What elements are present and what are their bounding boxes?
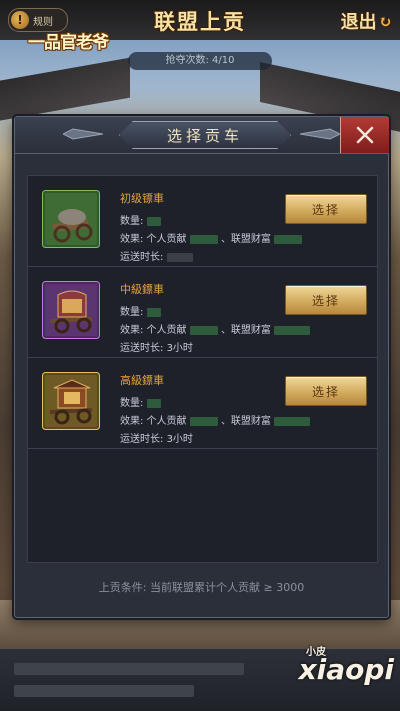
select-button[interactable]: 选择: [285, 194, 367, 224]
advanced-cart-icon: [42, 372, 100, 430]
rules-label: 规则: [33, 16, 53, 28]
watermark: 小皮 xiaopi: [244, 647, 394, 701]
effect-label: 效果: 个人贡献: [120, 325, 187, 336]
redacted-value: [274, 325, 311, 335]
cart-effect: 效果: 个人贡献 、联盟财富: [120, 321, 311, 336]
tribute-condition: 上贡条件: 当前联盟累计个人贡献 ≥ 3000: [98, 581, 305, 594]
watermark-small: 小皮: [306, 647, 326, 658]
select-button[interactable]: 选择: [285, 285, 367, 315]
modal-header: 选择贡车: [15, 117, 389, 154]
blurred-text: [14, 663, 244, 675]
cart-delivery-time: 运送时长: 3小时: [120, 339, 193, 354]
cart-effect: 效果: 个人贡献 、联盟财富: [120, 230, 303, 245]
time-label: 运送时长:: [120, 434, 164, 445]
time-label: 运送时长:: [120, 343, 164, 354]
redacted-value: [146, 216, 161, 226]
cart-quantity: 数量:: [120, 303, 161, 318]
redacted-value: [146, 307, 161, 317]
cart-name: 初级镖車: [120, 192, 164, 205]
close-icon: [356, 126, 374, 144]
cart-delivery-time: 运送时长: 3小时: [120, 430, 193, 445]
effect-label: 效果: 个人贡献: [120, 234, 187, 245]
ornament-left-icon: [63, 128, 103, 140]
time-label: 运送时长:: [120, 252, 164, 263]
modal-title-plate: 选择贡车: [119, 121, 291, 149]
cart-name: 中級鏢車: [120, 283, 164, 296]
quantity-label: 数量:: [120, 398, 144, 409]
cart-name: 高級鏢車: [120, 374, 164, 387]
basic-cart-icon: [42, 190, 100, 248]
time-value: 3小时: [166, 343, 193, 354]
redacted-value: [189, 234, 218, 244]
select-button[interactable]: 选择: [285, 376, 367, 406]
cart-row-basic: 初级镖車 数量: 效果: 个人贡献 、联盟财富 运送时长: 选择: [28, 176, 377, 267]
blurred-text: [14, 685, 194, 697]
time-value: 3小时: [166, 434, 193, 445]
cart-row-advanced: 高級鏢車 数量: 效果: 个人贡献 、联盟财富 运送时长: 3小时 选择: [28, 358, 377, 449]
effect-label: 效果: 个人贡献: [120, 416, 187, 427]
game-logo: 一品官老爷: [28, 33, 109, 53]
redacted-value: [189, 416, 218, 426]
ornament-right-icon: [300, 128, 340, 140]
redacted-value: [189, 325, 218, 335]
cart-effect: 效果: 个人贡献 、联盟财富: [120, 412, 311, 427]
medium-cart-icon: [42, 281, 100, 339]
redacted-value: [274, 416, 311, 426]
quantity-label: 数量:: [120, 216, 144, 227]
redacted-value: [166, 252, 193, 262]
page-title: 联盟上贡: [154, 9, 246, 34]
effect-separator: 、联盟财富: [220, 416, 271, 427]
exclamation-icon: !: [11, 11, 29, 29]
rob-count-badge: 抢夺次数: 4/10: [128, 52, 272, 70]
quantity-label: 数量:: [120, 307, 144, 318]
cart-row-medium: 中級鏢車 数量: 效果: 个人贡献 、联盟财富 运送时长: 3小时 选择: [28, 267, 377, 358]
return-arrow-icon: ↻: [378, 11, 392, 31]
select-cart-modal: 选择贡车 初级镖車 数量: 效果: 个人贡献 、联盟财富 运送时长: 选择 中級…: [14, 116, 389, 618]
exit-label: 退出: [340, 12, 377, 33]
effect-separator: 、联盟财富: [220, 325, 271, 336]
cart-quantity: 数量:: [120, 394, 161, 409]
redacted-value: [146, 398, 161, 408]
modal-title: 选择贡车: [166, 126, 243, 145]
cart-delivery-time: 运送时长:: [120, 248, 193, 263]
exit-button[interactable]: 退出 ↻: [341, 8, 392, 34]
close-button[interactable]: [340, 117, 389, 153]
cart-list: 初级镖車 数量: 效果: 个人贡献 、联盟财富 运送时长: 选择 中級鏢車 数量…: [27, 175, 378, 563]
effect-separator: 、联盟财富: [220, 234, 271, 245]
roof-left: [0, 57, 130, 123]
cart-quantity: 数量:: [120, 212, 161, 227]
redacted-value: [274, 234, 303, 244]
